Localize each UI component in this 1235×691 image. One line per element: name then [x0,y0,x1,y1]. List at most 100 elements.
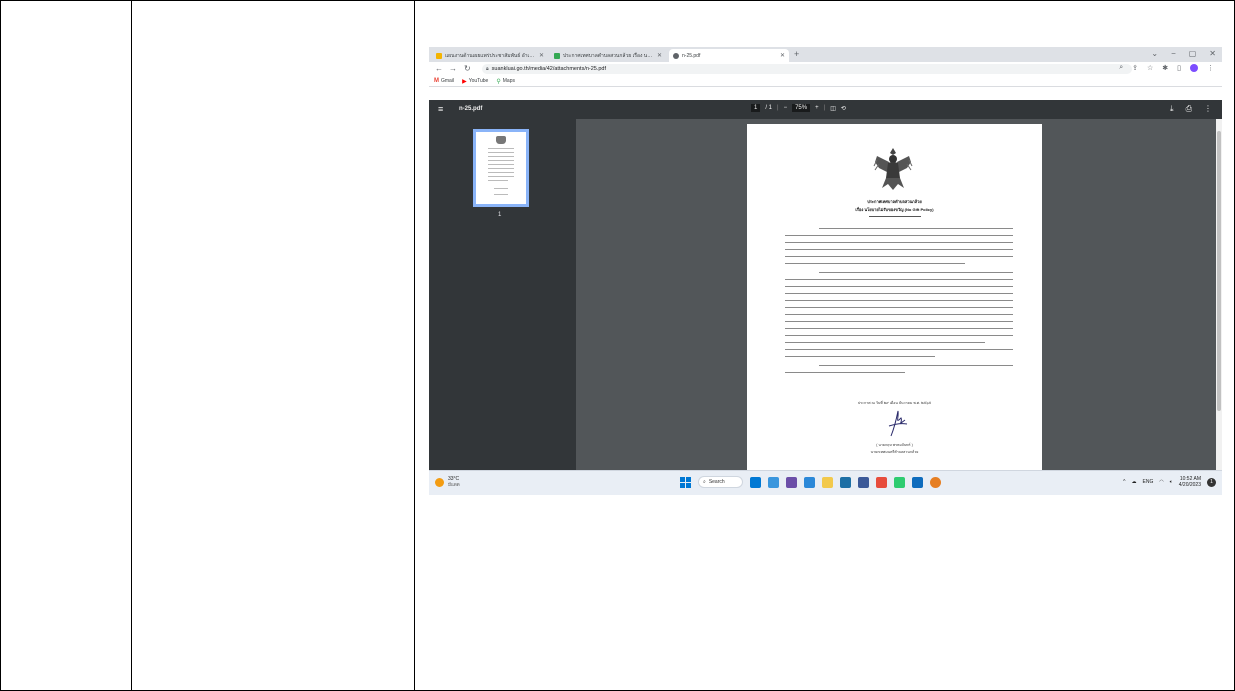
extensions-icon[interactable]: ✱ [1162,64,1168,72]
url-text: suankluai.go.th/media/42/attachments/n-2… [491,66,607,72]
thumbnail-page-number: 1 [498,212,502,218]
tab-strip: แผนงานด้านเผยแพร่ประชาสัมพันธ์ อำเภอสวนห… [429,47,1222,62]
tab-search-icon[interactable]: ⌄ [1151,49,1158,58]
taskbar-app-icon[interactable] [858,476,869,488]
table-cell-1 [0,0,132,691]
browser-tab-1[interactable]: แผนงานด้านเผยแพร่ประชาสัมพันธ์ อำเภอสวนห… [432,49,548,62]
minimize-button[interactable]: − [1171,49,1176,58]
address-bar[interactable]: 🔒︎ suankluai.go.th/media/42/attachments/… [482,64,1132,74]
fit-page-icon[interactable]: ◫ [830,105,836,112]
zoom-level-input[interactable]: 75% [792,104,811,112]
search-label: Search [708,479,725,485]
bookmark-label: Maps [502,78,515,84]
weather-condition: มีแดด [448,482,460,487]
share-icon[interactable]: ⇪ [1132,64,1138,72]
taskbar-app-icon[interactable] [768,476,779,488]
rotate-icon[interactable]: ⟲ [841,105,846,112]
chrome-icon[interactable] [930,476,941,488]
bookmark-label: Gmail [441,78,455,84]
zoom-out-button[interactable]: − [784,105,788,111]
taskbar-apps: ⌕ Search [680,476,941,488]
embedded-browser-screenshot: แผนงานด้านเผยแพร่ประชาสัมพันธ์ อำเภอสวนห… [429,47,1222,495]
print-icon[interactable]: ⎙ [1186,104,1192,114]
new-tab-button[interactable]: + [794,49,799,60]
clock[interactable]: 10:52 AM 4/20/2023 [1179,476,1201,488]
taskbar-app-icon[interactable] [876,476,887,488]
close-window-button[interactable]: ✕ [1209,49,1216,58]
browser-toolbar: ← → ↻ 🔒︎ suankluai.go.th/media/42/attach… [429,62,1222,76]
wifi-icon[interactable]: ◠ [1159,479,1163,485]
star-icon[interactable]: ☆ [1147,64,1153,72]
taskbar-app-icon[interactable] [840,476,851,488]
maps-pin-icon: ⚲ [496,78,501,85]
windows-taskbar: 33°C มีแดด ⌕ Search ^ ☁ ENG ◠ 🔈︎ 10:52 A… [429,470,1222,495]
back-arrow-icon[interactable]: ← [435,64,443,73]
system-tray: ^ ☁ ENG ◠ 🔈︎ 10:52 AM 4/20/2023 1 [1123,476,1216,488]
title-divider [869,216,921,217]
tab-favicon-icon [554,52,560,59]
taskbar-app-icon[interactable] [786,476,797,488]
globe-icon [673,52,679,59]
page-total: / 1 [765,105,773,111]
close-icon[interactable]: ✕ [653,52,662,59]
pdf-thumbnail-sidebar: 1 [429,119,576,470]
taskbar-app-icon[interactable] [822,476,833,488]
bookmark-gmail[interactable]: M Gmail [434,78,454,84]
zoom-in-button[interactable]: + [815,105,819,111]
browser-tab-2[interactable]: ประกาศเทศบาลตำบลสวนกล้วย เรื่อง นโยบาย ✕ [550,49,666,62]
pdf-toolbar: ≡ n-25.pdf 1 / 1 | − 75% + | ◫ ⟲ ⤓ ⎙ ⋮ [429,100,1222,119]
download-icon[interactable]: ⤓ [1170,104,1174,114]
chevron-up-icon[interactable]: ^ [1123,479,1125,485]
forward-arrow-icon[interactable]: → [449,64,457,73]
window-controls: ⌄ − ▢ ✕ [1151,49,1216,58]
taskbar-app-icon[interactable] [894,476,905,488]
menu-dots-icon[interactable]: ⋮ [1207,64,1214,72]
maximize-button[interactable]: ▢ [1189,49,1197,58]
volume-icon[interactable]: 🔈︎ [1170,479,1173,485]
youtube-icon: ▶ [462,78,467,85]
language-indicator[interactable]: ENG [1143,479,1154,485]
taskbar-app-icon[interactable] [750,476,761,488]
close-icon[interactable]: ✕ [776,52,785,59]
page-number-input[interactable]: 1 [751,104,761,112]
notification-badge[interactable]: 1 [1207,477,1216,487]
toolbar-icons: ⌕ ⇪ ☆ ✱ ▯ ⋮ [1119,64,1214,72]
tab-label: ประกาศเทศบาลตำบลสวนกล้วย เรื่อง นโยบาย [563,52,653,59]
taskbar-search[interactable]: ⌕ Search [698,476,743,488]
signature-icon [888,410,908,437]
bookmarks-bar: M Gmail ▶ YouTube ⚲ Maps [429,76,1222,87]
lock-icon: 🔒︎ [486,66,489,72]
cloud-icon[interactable]: ☁ [1132,479,1137,485]
tab-favicon-icon [436,52,442,59]
toolbar-divider: | [823,105,826,111]
sidepanel-icon[interactable]: ▯ [1177,64,1181,72]
garuda-emblem-icon [873,148,913,190]
reload-icon[interactable]: ↻ [464,64,471,73]
hamburger-menu-icon[interactable]: ≡ [438,104,443,114]
zoom-icon[interactable]: ⌕ [1119,64,1123,72]
search-icon: ⌕ [703,479,706,485]
profile-avatar[interactable] [1190,64,1198,72]
bookmark-maps[interactable]: ⚲ Maps [496,78,515,85]
windows-start-icon[interactable] [680,476,691,488]
browser-tab-3[interactable]: n-25.pdf ✕ [669,49,789,62]
page-thumbnail[interactable] [473,129,529,207]
gmail-icon: M [434,78,439,84]
tab-label: n-25.pdf [682,52,701,59]
bookmark-label: YouTube [468,78,489,84]
bookmark-youtube[interactable]: ▶ YouTube [462,78,488,85]
scrollbar-thumb[interactable] [1217,131,1221,411]
close-icon[interactable]: ✕ [535,52,544,59]
pdf-scrollbar[interactable] [1216,119,1222,470]
emblem-icon [496,136,506,144]
pdf-viewer-area: ประกาศเทศบาลตำบลสวนกล้วย เรื่อง นโยบายไม… [576,119,1216,470]
more-options-icon[interactable]: ⋮ [1204,104,1212,114]
taskbar-app-icon[interactable] [912,476,923,488]
pdf-page-controls: 1 / 1 | − 75% + | ◫ ⟲ [751,104,846,112]
pdf-actions: ⤓ ⎙ ⋮ [1170,104,1212,114]
weather-widget[interactable]: 33°C มีแดด [435,476,460,488]
signer-name: ( นายกฤษ พรหมจันทร์ ) [876,443,913,447]
content-gap [429,87,1222,100]
taskbar-app-icon[interactable] [804,476,815,488]
announcement-date: ประกาศ ณ วันที่ ๒๙ เดือน ธันวาคม พ.ศ. ๒๕… [857,401,932,405]
